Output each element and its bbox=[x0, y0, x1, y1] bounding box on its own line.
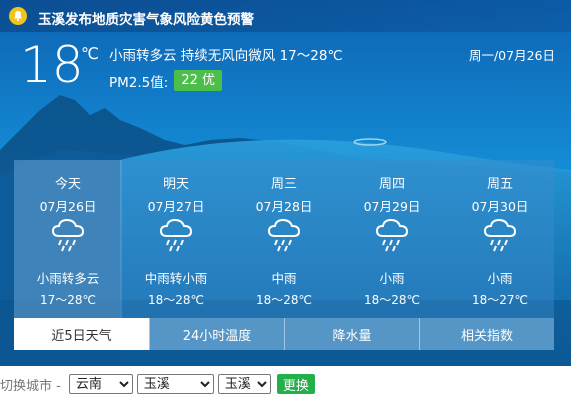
temperature-unit: ℃ bbox=[81, 44, 99, 63]
change-city-button[interactable]: 更换 bbox=[276, 374, 315, 394]
warning-alert-bar[interactable]: 玉溪发布地质灾害气象风险黄色预警 bbox=[0, 0, 571, 32]
current-date: 周一/07月26日 bbox=[468, 48, 555, 63]
forecast-day-name: 周四 bbox=[378, 177, 405, 192]
forecast-day: 周四 07月29日 小雨 18～28℃ bbox=[338, 160, 446, 318]
forecast-condition: 小雨 bbox=[487, 271, 513, 286]
forecast-temp-range: 18～28℃ bbox=[363, 293, 421, 307]
forecast-condition: 小雨 bbox=[379, 271, 405, 286]
tab-24h-temperature[interactable]: 24小时温度 bbox=[149, 318, 284, 350]
pm25-line: PM2.5值: 22 优 bbox=[109, 70, 222, 91]
forecast-day-name: 明天 bbox=[162, 177, 189, 192]
province-select[interactable]: 云南 bbox=[68, 374, 133, 394]
light-rain-icon bbox=[51, 218, 85, 252]
forecast-day-name: 今天 bbox=[54, 177, 81, 192]
forecast-day: 周五 07月30日 小雨 18～27℃ bbox=[446, 160, 554, 318]
forecast-temp-range: 18～28℃ bbox=[255, 293, 313, 307]
forecast-temp-range: 17～28℃ bbox=[39, 293, 97, 307]
forecast-day-name: 周五 bbox=[486, 177, 513, 192]
city-switch-label: 切换城市 - bbox=[0, 378, 61, 394]
bell-icon bbox=[9, 7, 27, 25]
five-day-forecast: 今天 07月26日 小雨转多云 17～28℃ 明天 07月27日 中雨转小雨 1… bbox=[14, 160, 554, 318]
pm25-label: PM2.5值: bbox=[109, 74, 169, 91]
forecast-day: 明天 07月27日 中雨转小雨 18～28℃ bbox=[122, 160, 230, 318]
forecast-day: 周三 07月28日 中雨 18～28℃ bbox=[230, 160, 338, 318]
forecast-day: 今天 07月26日 小雨转多云 17～28℃ bbox=[14, 160, 122, 318]
forecast-day-date: 07月30日 bbox=[471, 199, 529, 214]
tab-five-day-weather[interactable]: 近5日天气 bbox=[14, 318, 149, 350]
tab-related-indices[interactable]: 相关指数 bbox=[419, 318, 554, 350]
weather-widget: 玉溪发布地质灾害气象风险黄色预警 18 ℃ 小雨转多云 持续无风向微风 17～2… bbox=[0, 0, 571, 366]
forecast-tabs: 近5日天气 24小时温度 降水量 相关指数 bbox=[14, 318, 554, 350]
forecast-day-date: 07月29日 bbox=[363, 199, 421, 214]
forecast-day-date: 07月26日 bbox=[39, 199, 97, 214]
forecast-day-name: 周三 bbox=[270, 177, 297, 192]
city-switch-bar: 切换城市 - 云南 玉溪 玉溪 更换 bbox=[0, 372, 571, 396]
light-rain-icon bbox=[267, 218, 301, 252]
forecast-temp-range: 18～27℃ bbox=[471, 293, 529, 307]
forecast-condition: 中雨转小雨 bbox=[144, 271, 208, 286]
tab-precipitation[interactable]: 降水量 bbox=[284, 318, 419, 350]
forecast-day-date: 07月27日 bbox=[147, 199, 205, 214]
current-temperature: 18 bbox=[20, 36, 84, 94]
district-select[interactable]: 玉溪 bbox=[217, 374, 271, 394]
forecast-condition: 小雨转多云 bbox=[36, 271, 100, 286]
alert-text[interactable]: 玉溪发布地质灾害气象风险黄色预警 bbox=[38, 8, 254, 28]
city-select[interactable]: 玉溪 bbox=[136, 374, 214, 394]
pm25-badge: 22 优 bbox=[174, 70, 222, 91]
light-rain-icon bbox=[159, 218, 193, 252]
light-rain-icon bbox=[483, 218, 517, 252]
forecast-day-date: 07月28日 bbox=[255, 199, 313, 214]
forecast-condition: 中雨 bbox=[271, 271, 297, 286]
current-condition: 小雨转多云 持续无风向微风 17～28℃ bbox=[109, 48, 343, 64]
forecast-temp-range: 18～28℃ bbox=[147, 293, 205, 307]
light-rain-icon bbox=[375, 218, 409, 252]
